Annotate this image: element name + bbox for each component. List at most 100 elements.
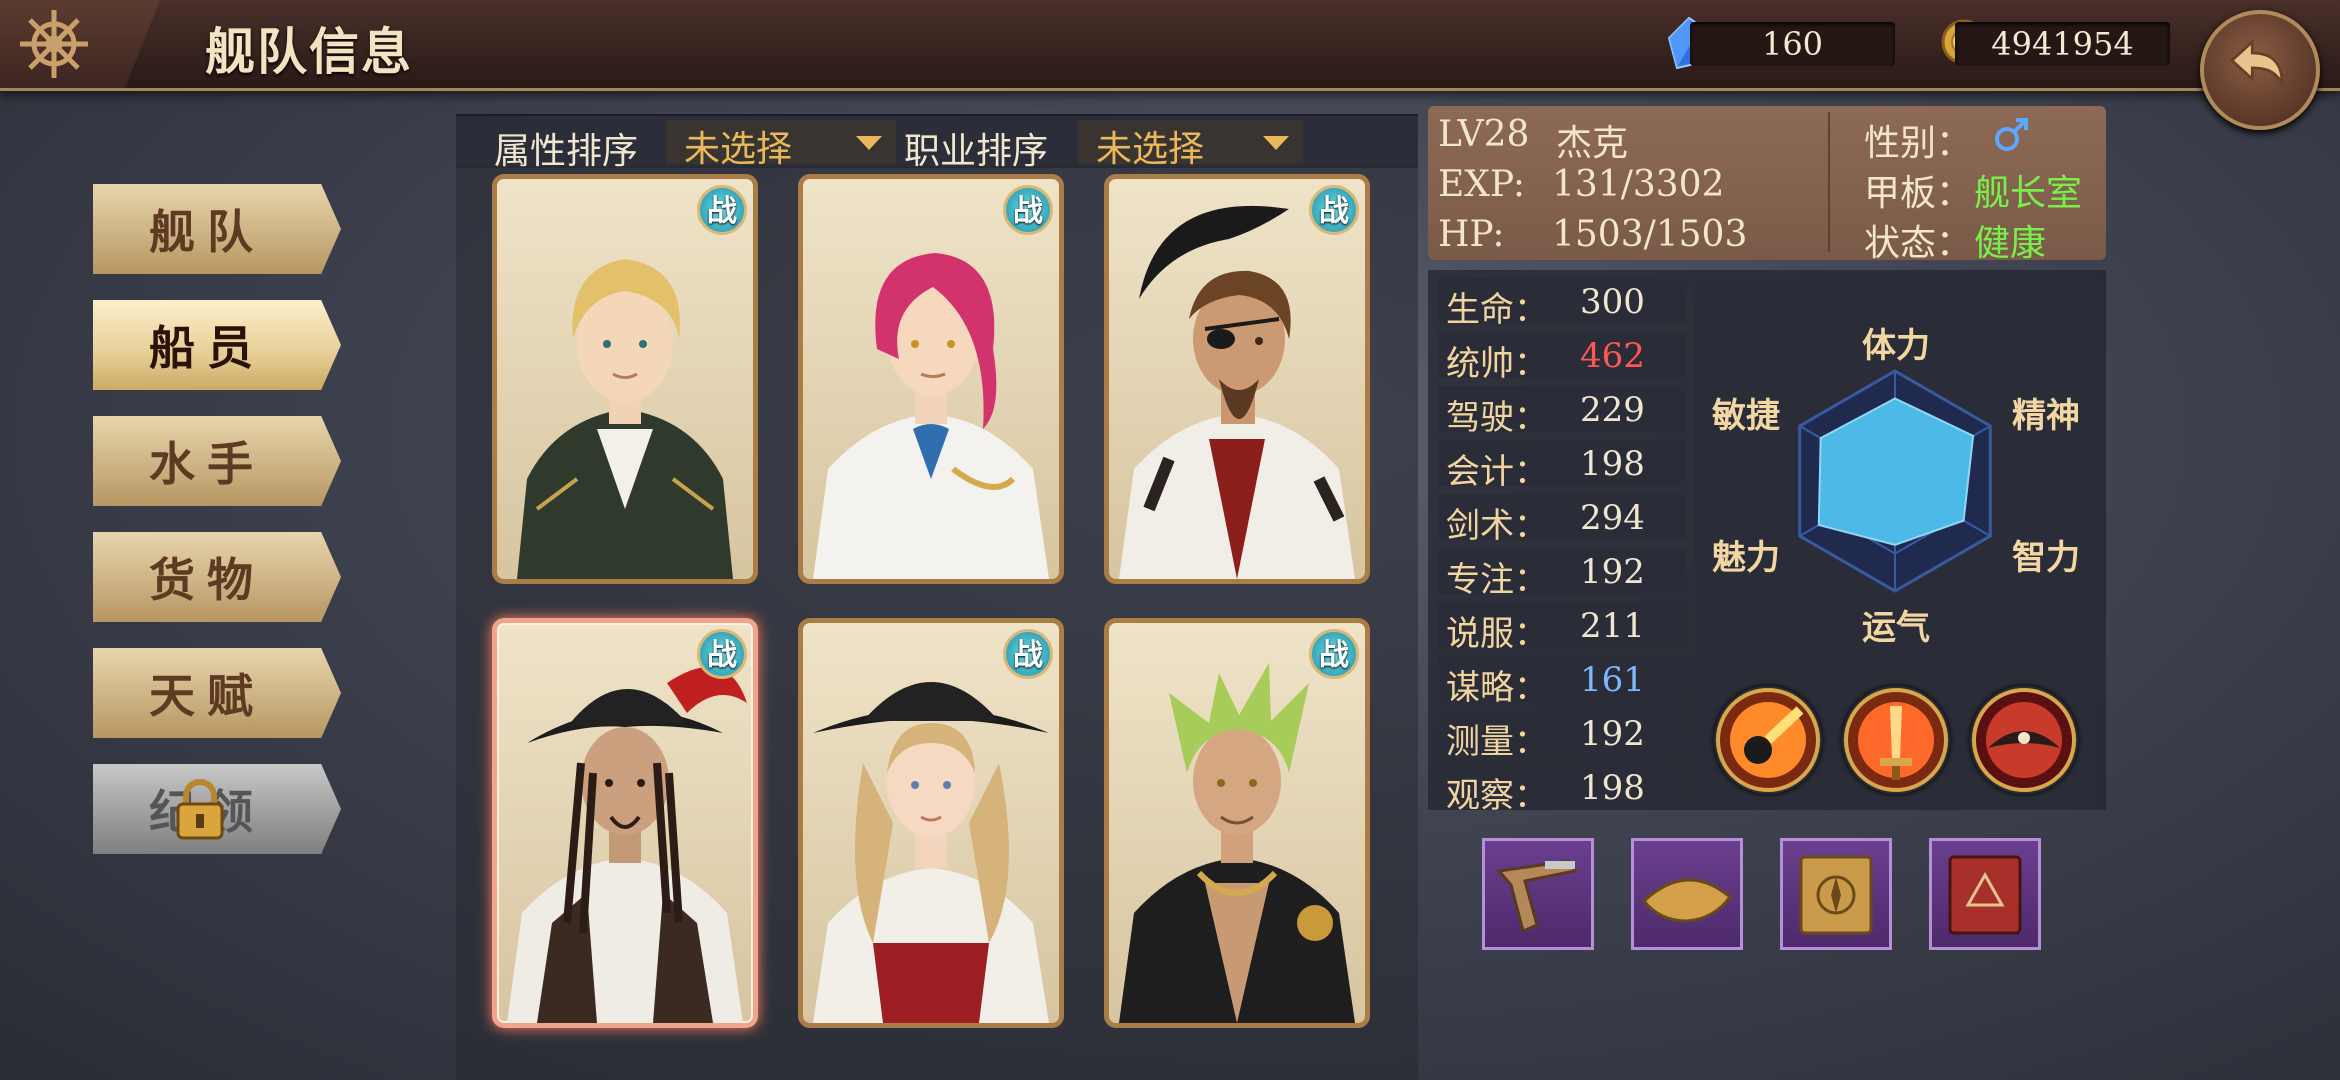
- stat-row-persuasion: 说服： 211: [1438, 602, 1686, 654]
- stat-label: 生命：: [1446, 290, 1548, 330]
- character-level: LV28: [1438, 114, 1530, 155]
- job-sort-dropdown[interactable]: 未选择: [1078, 120, 1303, 170]
- fire-cannonball-icon[interactable]: [1714, 686, 1822, 794]
- stat-row-strategy: 谋略： 161: [1438, 656, 1686, 708]
- stat-value: 294: [1580, 498, 1645, 538]
- hp-value: 1503/1503: [1552, 214, 1748, 255]
- stat-value: 229: [1580, 390, 1645, 430]
- crew-card[interactable]: 战: [798, 618, 1064, 1028]
- stat-label: 专注：: [1446, 560, 1548, 600]
- crew-card[interactable]: 战: [1104, 174, 1370, 584]
- stat-row-observe: 观察： 198: [1438, 764, 1686, 816]
- radar-chart: [1798, 369, 1992, 593]
- stat-row-command: 统帅： 462: [1438, 332, 1686, 384]
- tricorn-hat-icon: [1641, 878, 1733, 923]
- flaming-sword-icon[interactable]: [1842, 686, 1950, 794]
- blonde-officer-portrait: [517, 259, 733, 579]
- battle-badge: 战: [697, 629, 747, 679]
- menu-item-fleet[interactable]: 舰队: [93, 184, 341, 274]
- crew-card[interactable]: 战: [798, 174, 1064, 584]
- attribute-sort-dropdown[interactable]: 未选择: [666, 120, 896, 170]
- flintlock-pistol-icon: [1496, 859, 1578, 934]
- stat-row-life: 生命： 300: [1438, 278, 1686, 330]
- crew-card[interactable]: 战: [492, 618, 758, 1028]
- gem-count: 160: [1690, 22, 1895, 66]
- chevron-down-icon: [856, 136, 882, 150]
- menu-item-label: 水手: [149, 437, 265, 491]
- equipment-slot-hat[interactable]: [1631, 838, 1743, 950]
- stat-value: 300: [1580, 282, 1645, 322]
- radar-box: 体力 精神 智力 运气 魅力 敏捷: [1694, 278, 2098, 810]
- menu-item-talent[interactable]: 天赋: [93, 648, 341, 738]
- stat-value: 198: [1580, 444, 1645, 484]
- deck-value: 舰长室: [1974, 173, 2083, 214]
- pink-hair-officer-portrait: [813, 253, 1049, 579]
- back-arrow-icon: [2229, 38, 2284, 88]
- stat-label: 统帅：: [1446, 344, 1548, 384]
- stat-label: 会计：: [1446, 452, 1548, 492]
- radar-label-luck: 运气: [1862, 608, 1930, 648]
- stat-row-measure: 测量： 192: [1438, 710, 1686, 762]
- stat-label: 驾驶：: [1446, 398, 1548, 438]
- stat-row-accounting: 会计： 198: [1438, 440, 1686, 492]
- radar-label-charm: 魅力: [1712, 538, 1780, 578]
- pirate-hat-flame-icon[interactable]: [1970, 686, 2078, 794]
- menu-item-cargo[interactable]: 货物: [93, 532, 341, 622]
- gold-count: 4941954: [1955, 22, 2170, 66]
- deck-label: 甲板：: [1864, 173, 1973, 214]
- eyepatch-pirate-portrait: [1119, 205, 1355, 579]
- radar-label-agility: 敏捷: [1712, 396, 1780, 436]
- stat-row-swordplay: 剑术： 294: [1438, 494, 1686, 546]
- status-label: 状态：: [1864, 223, 1973, 264]
- stat-value: 198: [1580, 768, 1645, 808]
- menu-item-crew[interactable]: 船员: [93, 300, 341, 390]
- stat-value: 192: [1580, 714, 1645, 754]
- crew-card[interactable]: 战: [1104, 618, 1370, 1028]
- tricorn-pirate-portrait: [507, 667, 747, 1023]
- lock-icon: [176, 779, 224, 840]
- stat-value: 211: [1580, 606, 1645, 646]
- menu-item-label: 货物: [149, 553, 265, 607]
- stat-label: 说服：: [1446, 614, 1548, 654]
- crew-card[interactable]: 战: [492, 174, 758, 584]
- stat-row-focus: 专注： 192: [1438, 548, 1686, 600]
- battle-badge: 战: [1309, 629, 1359, 679]
- job-sort-value: 未选择: [1096, 129, 1205, 170]
- top-bar: 舰队信息 160 4941954: [0, 0, 2340, 91]
- ship-wheel-icon: [20, 10, 88, 78]
- attribute-sort-value: 未选择: [684, 129, 793, 170]
- stat-row-sailing: 驾驶： 229: [1438, 386, 1686, 438]
- character-info-header: LV28 杰克 EXP: 131/3302 HP: 1503/1503 性别： …: [1428, 106, 2106, 264]
- divider: [1828, 112, 1830, 252]
- menu-item-sailors[interactable]: 水手: [93, 416, 341, 506]
- status-value: 健康: [1974, 223, 2047, 264]
- gender-label: 性别：: [1864, 123, 1973, 164]
- red-tome-icon: [1948, 855, 2022, 935]
- equipment-slot-pistol[interactable]: [1482, 838, 1594, 950]
- battle-badge: 战: [1003, 185, 1053, 235]
- back-button[interactable]: [2200, 10, 2320, 130]
- chevron-down-icon: [1263, 136, 1289, 150]
- battle-badge: 战: [1309, 185, 1359, 235]
- stat-value: 161: [1580, 660, 1645, 700]
- exp-label: EXP:: [1438, 164, 1525, 205]
- radar-label-intellect: 智力: [2012, 538, 2080, 578]
- stat-label: 观察：: [1446, 776, 1548, 816]
- hp-label: HP:: [1438, 214, 1505, 255]
- menu-item-label: 舰队: [149, 205, 265, 259]
- equipment-slot-tome[interactable]: [1929, 838, 2041, 950]
- menu-item-label: 船员: [149, 321, 265, 375]
- filter-bar: 属性排序 未选择 职业排序 未选择: [456, 114, 1418, 172]
- stat-label: 测量：: [1446, 722, 1548, 762]
- character-name: 杰克: [1556, 123, 1629, 164]
- stat-label: 剑术：: [1446, 506, 1548, 546]
- equipment-slot-book[interactable]: [1780, 838, 1892, 950]
- green-hair-pirate-portrait: [1119, 663, 1355, 1023]
- radar-label-spirit: 精神: [2012, 396, 2080, 436]
- compass-book-icon: [1799, 855, 1873, 935]
- exp-value: 131/3302: [1552, 164, 1725, 205]
- stats-panel: 生命： 300 统帅： 462 驾驶： 229 会计： 198 剑术： 294 专注： 19…: [1428, 270, 2106, 816]
- page-title: 舰队信息: [205, 22, 413, 81]
- stat-value: 462: [1580, 336, 1645, 376]
- male-icon: [1995, 118, 2028, 151]
